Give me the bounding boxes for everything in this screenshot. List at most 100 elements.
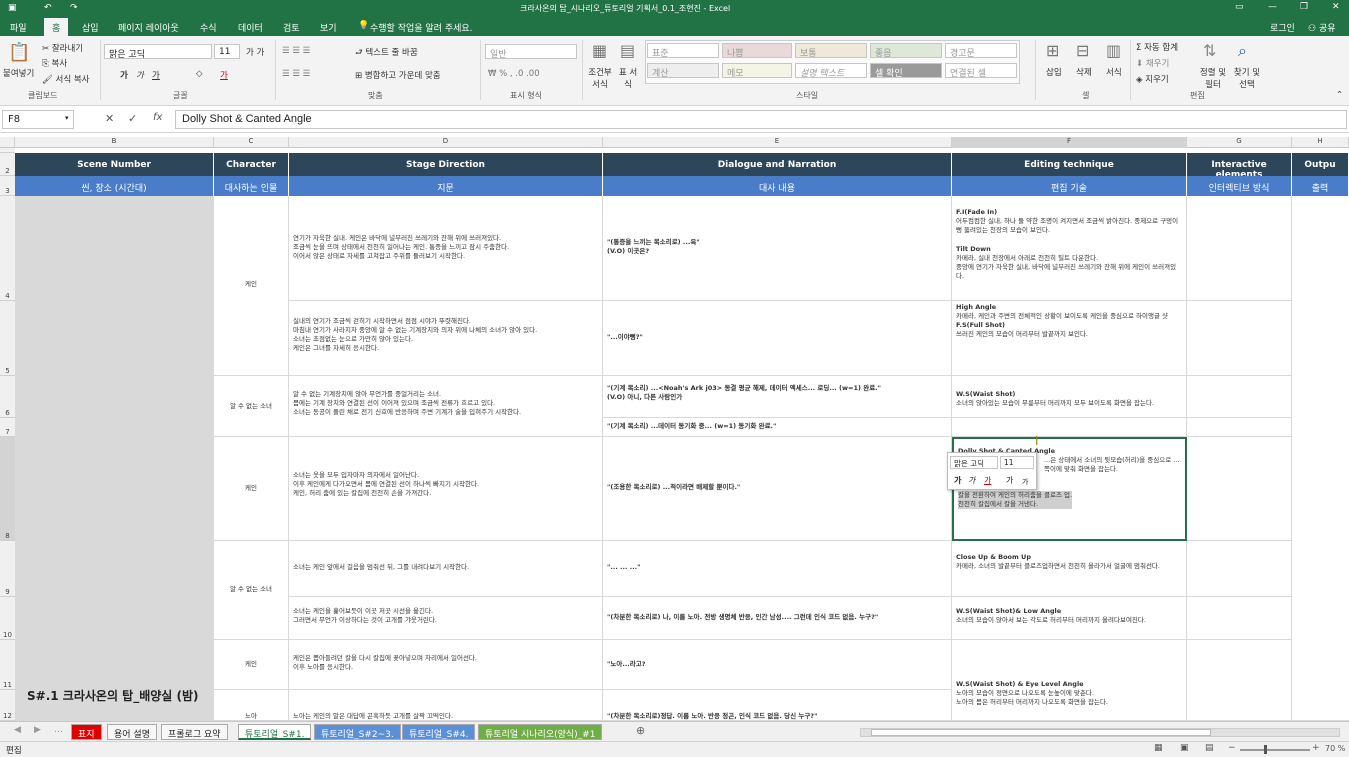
tab-file[interactable]: 파일 bbox=[10, 21, 27, 34]
col-header-h[interactable]: H bbox=[1292, 137, 1349, 148]
stage-cell[interactable]: 노아는 케인의 말은 대답에 곤혹하듯 고개를 살짝 끄떡인다. bbox=[289, 690, 603, 721]
share-button[interactable]: ⚇ 공유 bbox=[1308, 21, 1336, 34]
zoom-in-icon[interactable]: + bbox=[1312, 743, 1320, 753]
col-header-c[interactable]: C bbox=[214, 137, 289, 148]
tab-view[interactable]: 보기 bbox=[320, 21, 337, 34]
align-left-icon[interactable]: ☰ ☰ ☰ bbox=[282, 69, 310, 79]
stage-cell[interactable]: 실내의 연기가 조금씩 걷히기 시작하면서 점점 시야가 뚜렷해진다. 마침내 … bbox=[289, 301, 603, 376]
autosum-button[interactable]: Σ 자동 합계 bbox=[1136, 41, 1178, 53]
select-all[interactable] bbox=[0, 137, 15, 148]
row-header-5[interactable]: 5 bbox=[0, 301, 15, 376]
wrap-text-button[interactable]: ⮐ 텍스트 줄 바꿈 bbox=[355, 46, 418, 61]
editing-cell[interactable]: W.S(Waist Shot) & Eye Level Angle 노아의 모습… bbox=[952, 640, 1187, 721]
subheader-stage[interactable]: 지문 bbox=[289, 176, 603, 196]
page-layout-view-icon[interactable]: ▣ bbox=[1180, 743, 1189, 753]
dialogue-cell[interactable]: "(차분한 목소리로) 나, 이름 노아. 전방 생명체 반응, 인간 남성..… bbox=[603, 597, 952, 640]
italic-icon[interactable]: 가 bbox=[136, 69, 144, 81]
mini-font-select[interactable]: 맑은 고딕 bbox=[950, 456, 998, 469]
ribbon-options-icon[interactable]: ▭ bbox=[1235, 2, 1244, 12]
restore-icon[interactable]: ❐ bbox=[1300, 2, 1308, 12]
character-cell[interactable]: 케인 bbox=[214, 437, 289, 541]
row-header-12[interactable]: 12 bbox=[0, 690, 15, 721]
close-icon[interactable]: ✕ bbox=[1332, 2, 1340, 12]
col-header-d[interactable]: D bbox=[289, 137, 603, 148]
editing-cell[interactable]: High Angle 카메라, 케인과 주변의 전체적인 상황이 보이도록 케인… bbox=[952, 301, 1187, 376]
row-header-8[interactable]: 8 bbox=[0, 437, 15, 541]
editing-cell[interactable]: Close Up & Boom Up 카메라, 소녀의 발끝부터 클로즈업하면서… bbox=[952, 541, 1187, 597]
scene-cell[interactable]: S#.1 크라사온의 탑_배양실 (밤) bbox=[15, 196, 214, 721]
zoom-level[interactable]: 70 % bbox=[1325, 744, 1345, 753]
scroll-left-icon[interactable]: ◀ bbox=[14, 725, 21, 735]
table-format-icon[interactable]: ▤ bbox=[620, 41, 635, 60]
mini-grow-font-icon[interactable]: 가 bbox=[1006, 475, 1013, 486]
stage-cell[interactable]: 케인은 뽑아들려던 칼을 다시 칼집에 꽂아넣으며 자리에서 일어선다. 이후 … bbox=[289, 640, 603, 690]
mini-size-select[interactable]: 11 bbox=[1000, 456, 1034, 469]
page-break-view-icon[interactable]: ▤ bbox=[1205, 743, 1214, 753]
col-header-f[interactable]: F bbox=[952, 137, 1187, 148]
interactive-cell[interactable] bbox=[1187, 376, 1292, 418]
style-check-cell[interactable]: 셀 확인 bbox=[870, 63, 942, 78]
dialogue-cell[interactable]: "(기계 목소리) ...데이터 동기화 중... (w=1) 동기화 완료." bbox=[603, 418, 952, 437]
header-scene-number[interactable]: Scene Number bbox=[15, 153, 214, 176]
character-cell[interactable]: 노아 bbox=[214, 690, 289, 721]
dialogue-cell[interactable]: "(기계 목소리) ...<Noah's Ark j03> 동결 펑균 해제, … bbox=[603, 376, 952, 418]
header-editing[interactable]: Editing technique bbox=[952, 153, 1187, 176]
dialogue-cell[interactable]: "(통증을 느끼는 목소리로) ...윽" (V.O) 이곳은? bbox=[603, 196, 952, 301]
sheet-tab-tutorial-1[interactable]: 튜토리얼_S#1. bbox=[238, 724, 312, 740]
format-cells-button[interactable]: 서식 bbox=[1106, 66, 1122, 78]
style-good[interactable]: 좋음 bbox=[870, 43, 942, 58]
subheader-character[interactable]: 대사하는 인물 bbox=[214, 176, 289, 196]
find-icon[interactable]: ⌕ bbox=[1238, 41, 1247, 61]
cancel-icon[interactable]: ✕ bbox=[105, 112, 114, 125]
subheader-interactive[interactable]: 인터렉티브 방식 bbox=[1187, 176, 1292, 196]
style-neutral[interactable]: 보통 bbox=[795, 43, 867, 58]
stage-cell[interactable]: 연기가 자욱한 실내. 케인은 바닥에 널부러진 쓰레기와 잔해 위에 쓰러져있… bbox=[289, 196, 603, 301]
dialogue-cell[interactable]: "(차분한 목소리로)정답. 이름 노아. 반응 정곤, 인식 코드 없음. 당… bbox=[603, 690, 952, 721]
tell-me-input[interactable]: 수행할 작업을 알려 주세요. bbox=[370, 21, 473, 34]
normal-view-icon[interactable]: ▦ bbox=[1154, 743, 1163, 753]
align-top-icon[interactable]: ☰ ☰ ☰ bbox=[282, 46, 310, 56]
header-output[interactable]: Outpu bbox=[1292, 153, 1349, 176]
dialogue-cell[interactable]: "...이야뻥?" bbox=[603, 301, 952, 376]
add-sheet-icon[interactable]: ⊕ bbox=[636, 724, 645, 737]
row-header-3[interactable]: 3 bbox=[0, 176, 15, 196]
currency-icon[interactable]: ₩ % , .0 .00 bbox=[488, 69, 540, 79]
conditional-format-icon[interactable]: ▦ bbox=[592, 41, 607, 60]
sheet-tab-tutorial-2-3[interactable]: 튜토리얼_S#2~3. bbox=[314, 724, 401, 740]
interactive-cell[interactable] bbox=[1187, 437, 1292, 541]
sheet-tab-cover[interactable]: 표지 bbox=[71, 724, 102, 740]
col-header-g[interactable]: G bbox=[1187, 137, 1292, 148]
delete-cells-icon[interactable]: ⊟ bbox=[1076, 41, 1089, 60]
tab-data[interactable]: 데이터 bbox=[238, 21, 263, 34]
zoom-out-icon[interactable]: − bbox=[1228, 743, 1236, 753]
interactive-cell[interactable] bbox=[1187, 541, 1292, 597]
header-interactive[interactable]: Interactive elements bbox=[1187, 153, 1292, 180]
editing-cell[interactable] bbox=[952, 418, 1187, 437]
scroll-right-icon[interactable]: ▶ bbox=[34, 725, 41, 735]
character-cell[interactable]: 알 수 없는 소녀 bbox=[214, 541, 289, 640]
row-header-11[interactable]: 11 bbox=[0, 640, 15, 690]
character-cell[interactable]: 알 수 없는 소녀 bbox=[214, 376, 289, 437]
enter-icon[interactable]: ✓ bbox=[128, 112, 137, 125]
subheader-dialogue[interactable]: 대사 내용 bbox=[603, 176, 952, 196]
style-normal[interactable]: 표준 bbox=[647, 43, 719, 58]
login-link[interactable]: 로그인 bbox=[1270, 21, 1295, 34]
stage-cell[interactable]: 소녀는 케인 앞에서 걸음을 멈춰선 뒤, 그를 내려다보기 시작한다. bbox=[289, 541, 603, 597]
style-bad[interactable]: 나쁨 bbox=[722, 43, 792, 58]
sheet-tab-tutorial-4[interactable]: 튜토리얼_S#4. bbox=[402, 724, 476, 740]
sheet-tab-prologue[interactable]: 프롤로그 요약 bbox=[161, 724, 228, 740]
horizontal-scrollbar[interactable] bbox=[860, 728, 1340, 737]
paste-icon[interactable]: 📋 bbox=[8, 42, 30, 63]
style-warning[interactable]: 경고문 bbox=[945, 43, 1017, 58]
style-linked-cell[interactable]: 연결된 셀 bbox=[945, 63, 1017, 78]
minimize-icon[interactable]: — bbox=[1268, 2, 1277, 12]
find-select-button[interactable]: 찾기 및 선택 bbox=[1232, 66, 1262, 90]
undo-icon[interactable]: ↶ bbox=[44, 3, 52, 13]
interactive-cell[interactable] bbox=[1187, 597, 1292, 640]
editing-cell[interactable]: W.S(Waist Shot)& Low Angle 소녀의 모습이 앉아서 보… bbox=[952, 597, 1187, 640]
stage-cell[interactable]: 소녀는 케인을 훑어보듯이 이곳 저곳 시선을 옮긴다. 그러면서 무언가 이상… bbox=[289, 597, 603, 640]
zoom-slider-thumb[interactable] bbox=[1264, 745, 1267, 754]
row-header-4[interactable]: 4 bbox=[0, 196, 15, 301]
mini-bold-icon[interactable]: 가 bbox=[954, 475, 961, 486]
insert-cells-icon[interactable]: ⊞ bbox=[1046, 41, 1059, 60]
